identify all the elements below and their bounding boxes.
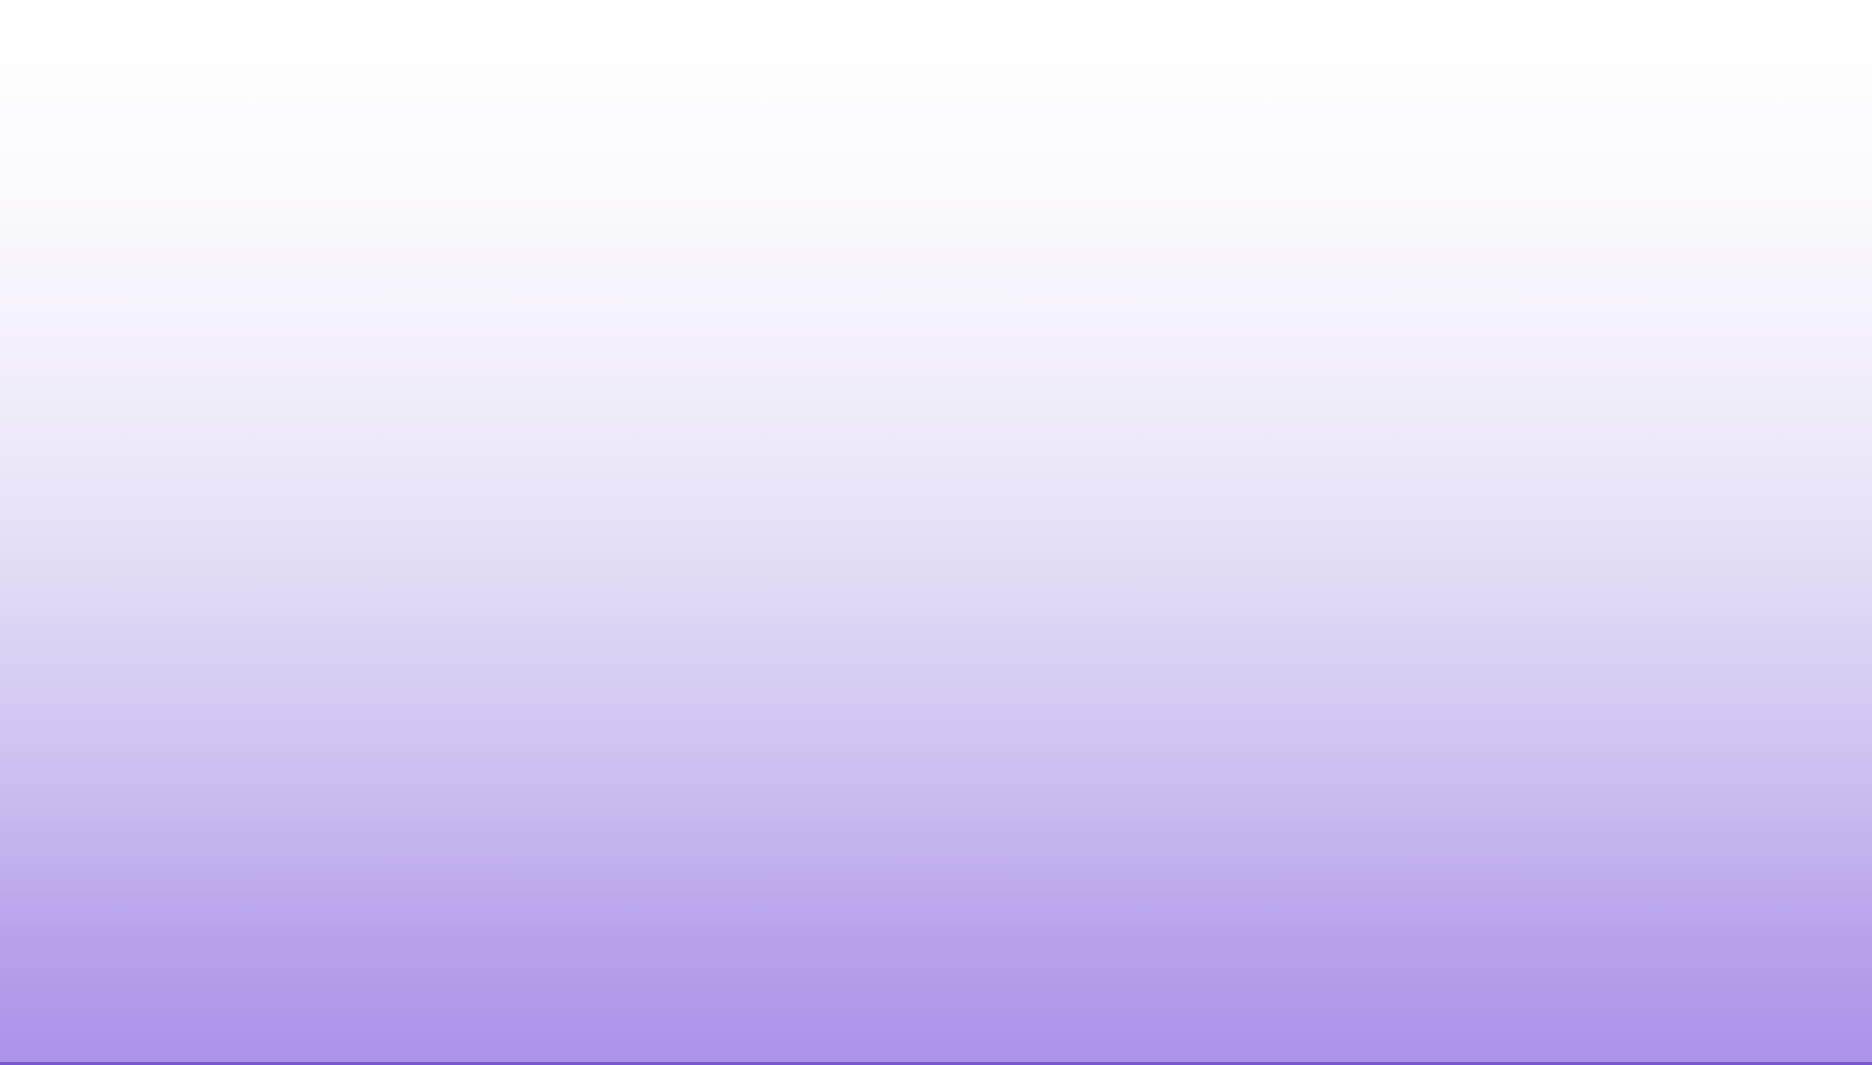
gradient-background	[0, 0, 1872, 1065]
